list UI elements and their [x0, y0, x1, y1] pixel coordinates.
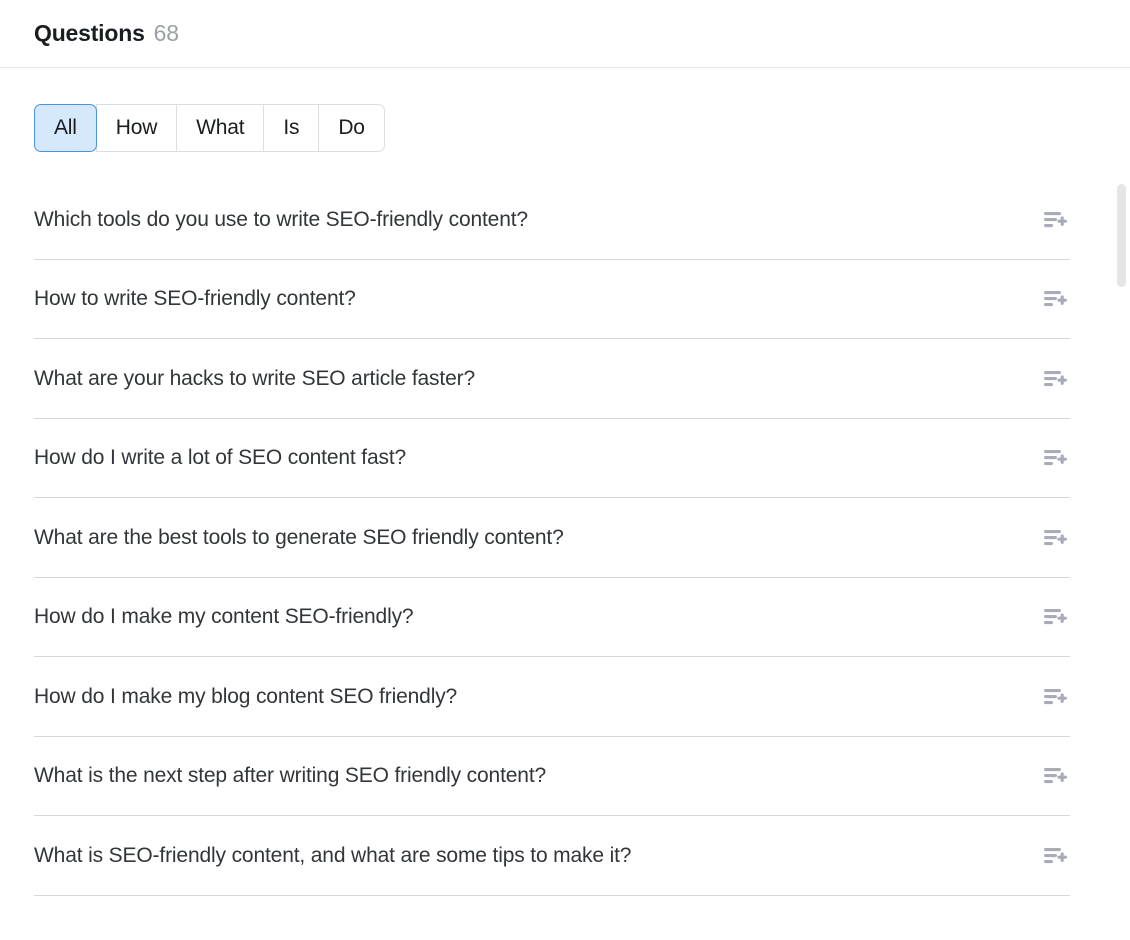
- question-row[interactable]: How do I make my blog content SEO friend…: [0, 657, 1130, 737]
- question-text: What is SEO-friendly content, and what a…: [34, 843, 632, 867]
- question-text: How do I make my blog content SEO friend…: [34, 684, 458, 708]
- question-text: What are your hacks to write SEO article…: [34, 366, 475, 390]
- question-row[interactable]: How do I make my content SEO-friendly?: [0, 578, 1130, 658]
- filter-tab-what[interactable]: What: [176, 104, 264, 152]
- add-to-list-icon[interactable]: [1040, 602, 1070, 632]
- questions-count: 68: [153, 20, 179, 46]
- add-to-list-icon[interactable]: [1040, 364, 1070, 394]
- question-row[interactable]: What is the next step after writing SEO …: [0, 737, 1130, 817]
- filter-tab-all[interactable]: All: [34, 104, 97, 152]
- page-title: Questions: [34, 20, 145, 46]
- panel-header: Questions 68: [0, 0, 1130, 68]
- add-to-list-icon[interactable]: [1040, 205, 1070, 235]
- question-row[interactable]: What are your hacks to write SEO article…: [0, 339, 1130, 419]
- add-to-list-icon[interactable]: [1040, 284, 1070, 314]
- question-text: What is the next step after writing SEO …: [34, 764, 547, 788]
- questions-list-scrollbar-thumb[interactable]: [1117, 184, 1126, 287]
- add-to-list-icon[interactable]: [1040, 761, 1070, 791]
- question-text: How to write SEO-friendly content?: [34, 287, 356, 311]
- question-text: How do I make my content SEO-friendly?: [34, 605, 414, 629]
- add-to-list-icon[interactable]: [1040, 841, 1070, 871]
- filter-tab-is[interactable]: Is: [263, 104, 319, 152]
- question-row[interactable]: How to write SEO-friendly content?: [0, 260, 1130, 340]
- add-to-list-icon[interactable]: [1040, 523, 1070, 553]
- question-text: Which tools do you use to write SEO-frie…: [34, 207, 528, 231]
- question-text: What are the best tools to generate SEO …: [34, 525, 564, 549]
- questions-list: Which tools do you use to write SEO-frie…: [0, 180, 1130, 940]
- add-to-list-icon[interactable]: [1040, 682, 1070, 712]
- filters-toolbar: All How What Is Do: [0, 68, 1130, 152]
- filter-tab-do[interactable]: Do: [318, 104, 385, 152]
- filter-tab-how[interactable]: How: [95, 104, 177, 152]
- questions-list-scrollbar-track[interactable]: [1112, 180, 1130, 940]
- question-text: How do I write a lot of SEO content fast…: [34, 446, 407, 470]
- add-to-list-icon[interactable]: [1040, 443, 1070, 473]
- question-row[interactable]: What is SEO-friendly content, and what a…: [0, 816, 1130, 896]
- question-row[interactable]: How do I write a lot of SEO content fast…: [0, 419, 1130, 499]
- question-row[interactable]: What are the best tools to generate SEO …: [0, 498, 1130, 578]
- question-type-filter-group[interactable]: All How What Is Do: [34, 104, 385, 152]
- question-row[interactable]: Which tools do you use to write SEO-frie…: [0, 180, 1130, 260]
